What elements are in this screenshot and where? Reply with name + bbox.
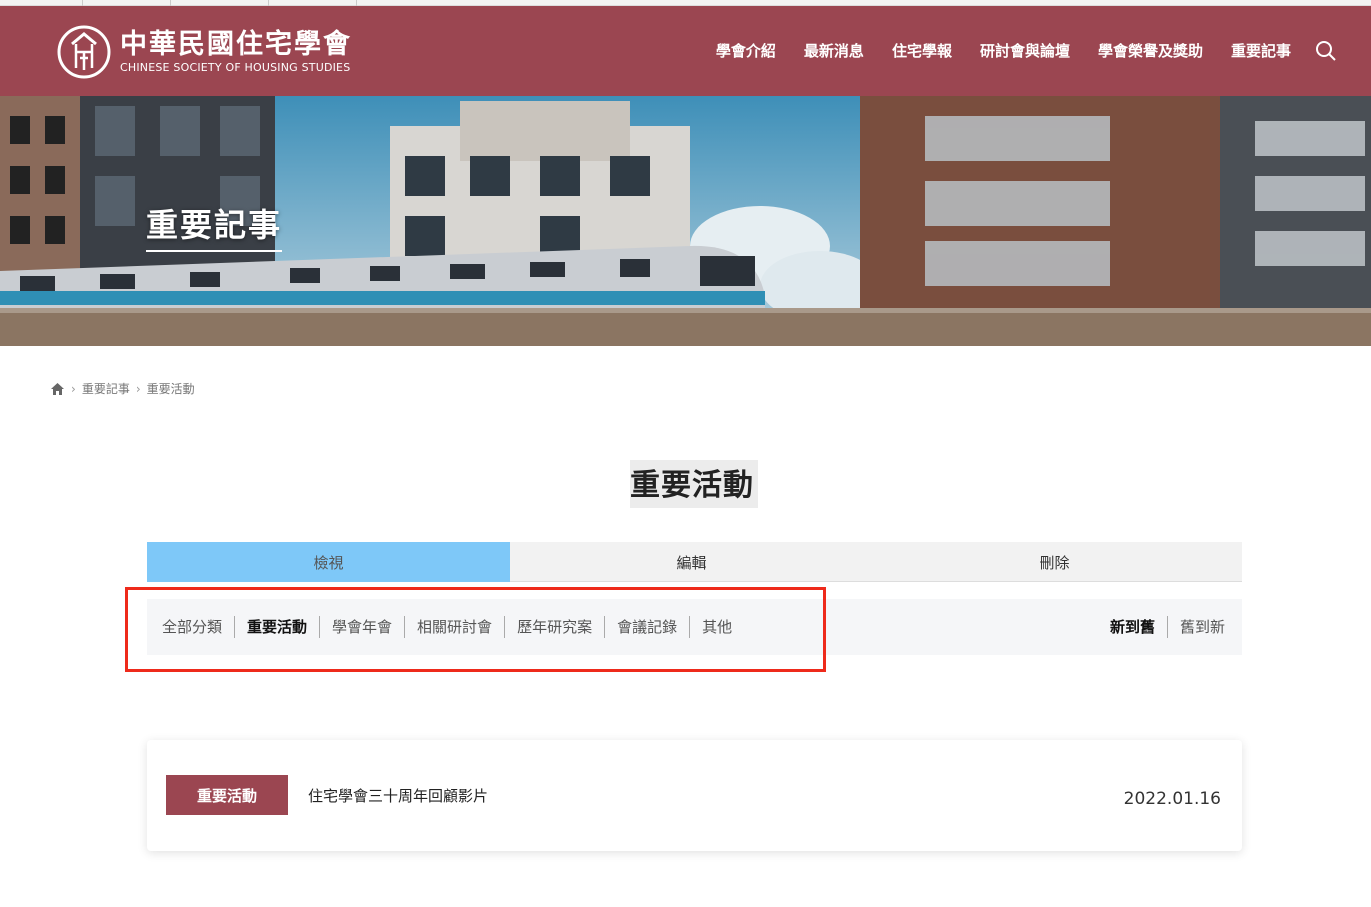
nav-item-honors[interactable]: 學會榮譽及獎助	[1098, 40, 1203, 61]
sort-order: 新到舊 舊到新	[1098, 599, 1225, 655]
filter-bar: 全部分類 重要活動 學會年會 相關研討會 歷年研究案 會議記錄 其他 新到舊 舊…	[147, 599, 1242, 655]
post-category-badge: 重要活動	[166, 775, 288, 815]
breadcrumb-item-events[interactable]: 重要記事	[82, 380, 130, 397]
category-all[interactable]: 全部分類	[162, 616, 234, 638]
category-meeting-minutes[interactable]: 會議記錄	[604, 616, 689, 638]
breadcrumb-separator: ›	[135, 381, 141, 396]
search-icon[interactable]	[1315, 40, 1337, 62]
category-research-projects[interactable]: 歷年研究案	[504, 616, 604, 638]
nav-item-news[interactable]: 最新消息	[804, 40, 864, 61]
breadcrumb-item-current: 重要活動	[146, 382, 195, 396]
category-related-seminars[interactable]: 相關研討會	[404, 616, 504, 638]
nav-item-events[interactable]: 重要記事	[1231, 40, 1291, 61]
tab-view[interactable]: 檢視	[147, 542, 510, 582]
site-header: 中華民國住宅學會 CHINESE SOCIETY OF HOUSING STUD…	[0, 6, 1371, 96]
site-logo[interactable]: 中華民國住宅學會 CHINESE SOCIETY OF HOUSING STUD…	[56, 24, 352, 80]
post-card[interactable]: 重要活動 住宅學會三十周年回顧影片 2022.01.16	[147, 740, 1242, 851]
main-nav: 學會介紹 最新消息 住宅學報 研討會與論壇 學會榮譽及獎助 重要記事	[688, 40, 1291, 61]
page-title: 重要活動	[630, 460, 758, 508]
category-filter: 全部分類 重要活動 學會年會 相關研討會 歷年研究案 會議記錄 其他	[147, 599, 744, 655]
banner-title: 重要記事	[146, 200, 283, 252]
category-annual-meeting[interactable]: 學會年會	[319, 616, 404, 638]
tab-delete[interactable]: 刪除	[873, 542, 1236, 582]
logo-name-en: CHINESE SOCIETY OF HOUSING STUDIES	[120, 61, 351, 74]
nav-item-journal[interactable]: 住宅學報	[892, 40, 952, 61]
category-other[interactable]: 其他	[689, 616, 744, 638]
home-icon[interactable]	[50, 382, 65, 396]
post-date: 2022.01.16	[1123, 789, 1221, 809]
logo-name-cn: 中華民國住宅學會	[120, 29, 352, 60]
society-logo-icon	[57, 25, 111, 79]
hero-banner: 重要記事	[0, 96, 1371, 346]
view-tabs: 檢視 編輯 刪除	[147, 542, 1242, 582]
sort-newest-first[interactable]: 新到舊	[1098, 616, 1167, 638]
post-title[interactable]: 住宅學會三十周年回顧影片	[308, 785, 488, 806]
sort-oldest-first[interactable]: 舊到新	[1166, 616, 1225, 638]
nav-item-conferences[interactable]: 研討會與論壇	[980, 40, 1070, 61]
breadcrumb-separator: ›	[71, 381, 76, 396]
nav-item-about[interactable]: 學會介紹	[716, 40, 776, 61]
breadcrumb: › 重要記事 › 重要活動	[50, 380, 195, 397]
category-important-events[interactable]: 重要活動	[234, 616, 319, 638]
tab-edit[interactable]: 編輯	[510, 542, 873, 582]
